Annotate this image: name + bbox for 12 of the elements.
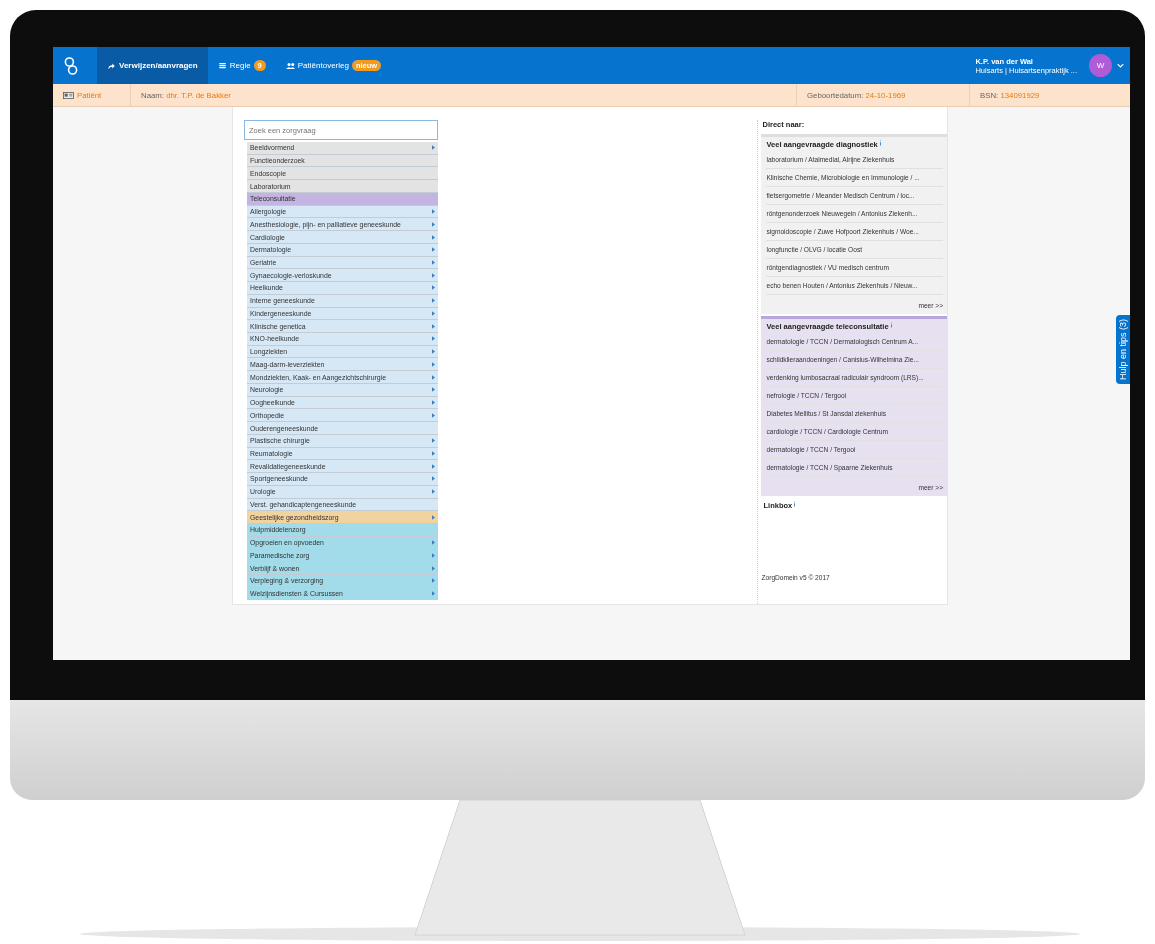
info-icon[interactable] bbox=[793, 501, 797, 507]
share-arrow-icon bbox=[107, 61, 116, 70]
nav-tab[interactable]: Verwijzen/aanvragen bbox=[97, 47, 208, 84]
people-icon bbox=[285, 61, 295, 70]
list-icon bbox=[217, 61, 227, 70]
logo-icon[interactable] bbox=[63, 55, 79, 76]
id-card-icon bbox=[63, 91, 74, 99]
user-avatar[interactable]: W bbox=[1089, 54, 1112, 77]
info-icon[interactable] bbox=[878, 140, 882, 146]
info-icon[interactable] bbox=[889, 322, 893, 328]
chevron-down-icon[interactable] bbox=[1117, 63, 1124, 68]
help-tab[interactable]: Hulp en tips (3) bbox=[1116, 315, 1130, 385]
